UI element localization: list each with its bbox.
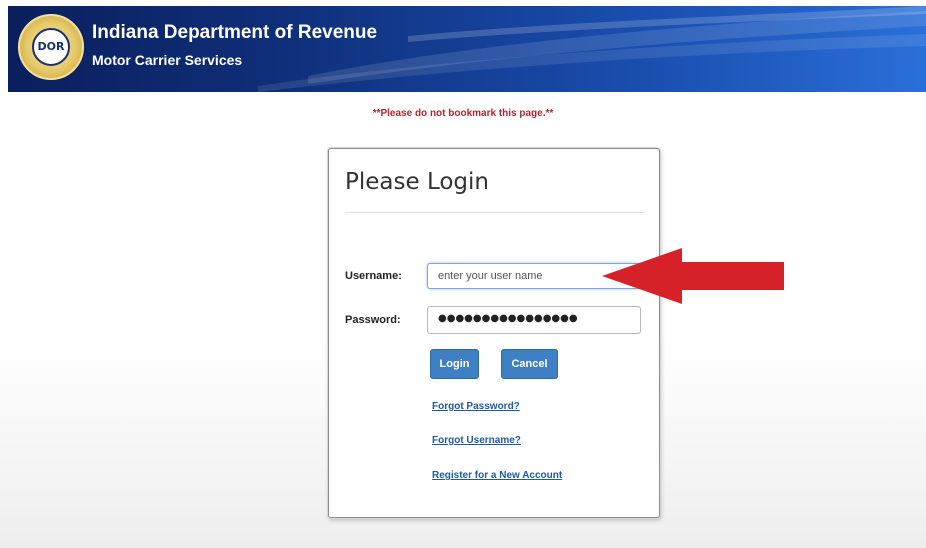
- dor-seal-icon: DOR: [18, 14, 84, 80]
- forgot-password-link[interactable]: Forgot Password?: [432, 401, 520, 412]
- title-divider: [345, 212, 645, 213]
- password-mask: ●●●●●●●●●●●●●●●●: [438, 313, 578, 324]
- username-label: Username:: [345, 270, 402, 282]
- login-button[interactable]: Login: [430, 349, 479, 379]
- login-panel: Please Login Username: Password: ●●●●●●●…: [328, 148, 660, 518]
- header-wave-decoration: [258, 6, 926, 92]
- site-subtitle: Motor Carrier Services: [92, 52, 243, 68]
- forgot-username-link[interactable]: Forgot Username?: [432, 435, 521, 446]
- red-arrow-icon: [602, 248, 784, 304]
- register-link[interactable]: Register for a New Account: [432, 470, 562, 481]
- login-title: Please Login: [345, 169, 489, 195]
- password-label: Password:: [345, 314, 401, 326]
- seal-text: DOR: [37, 40, 65, 53]
- site-title: Indiana Department of Revenue: [92, 22, 378, 43]
- password-input[interactable]: ●●●●●●●●●●●●●●●●: [427, 306, 641, 334]
- bookmark-notice: **Please do not bookmark this page.**: [372, 108, 554, 119]
- cancel-button[interactable]: Cancel: [501, 349, 558, 379]
- site-header: DOR Indiana Department of Revenue Motor …: [8, 6, 926, 92]
